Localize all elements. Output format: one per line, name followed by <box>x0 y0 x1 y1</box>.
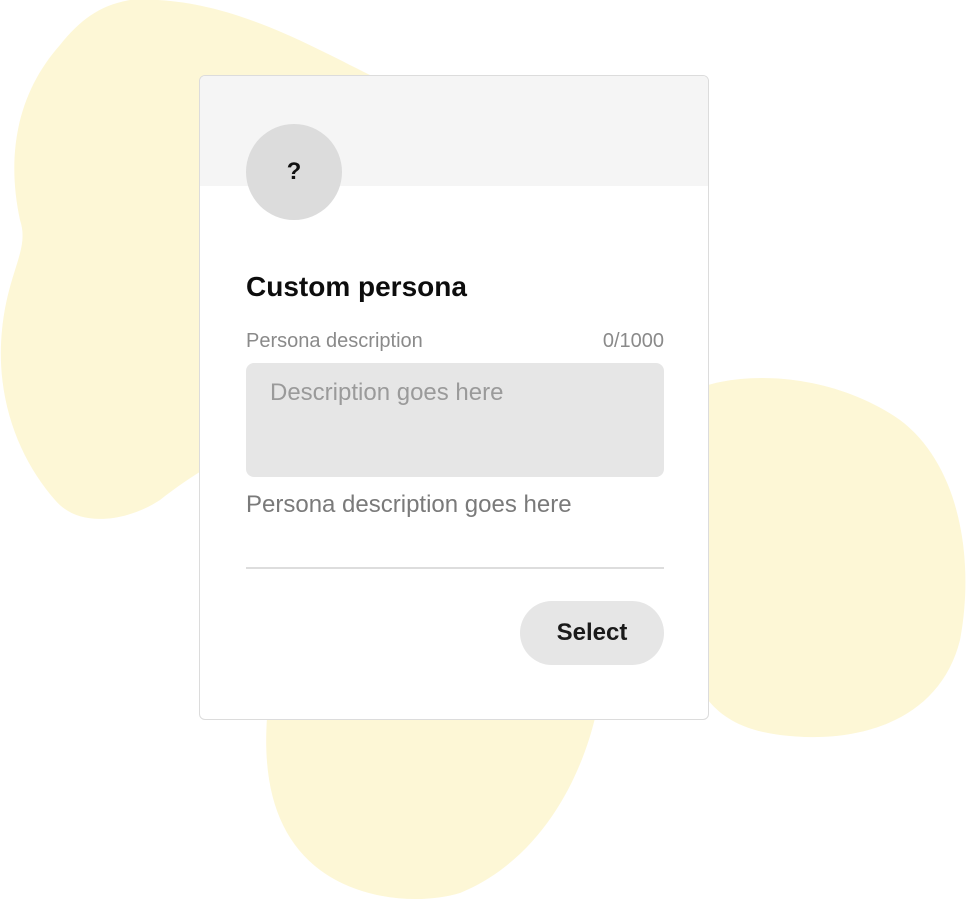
question-mark-icon: ? <box>286 158 302 185</box>
persona-description-text: Persona description goes here <box>246 490 572 518</box>
card-footer: Select <box>246 600 664 665</box>
persona-description-label: Persona description <box>246 329 423 352</box>
persona-stage: ? Custom persona Persona description 0/1… <box>0 0 966 900</box>
field-label-row: Persona description 0/1000 <box>246 330 664 353</box>
card-content: Custom persona Persona description 0/100… <box>246 270 664 665</box>
character-counter: 0/1000 <box>602 329 664 352</box>
persona-title: Custom persona <box>246 271 467 302</box>
bottom-blob-shape <box>266 718 595 900</box>
card-divider <box>246 566 664 569</box>
persona-card: ? Custom persona Persona description 0/1… <box>199 75 709 720</box>
persona-description-input[interactable] <box>246 362 664 477</box>
persona-avatar: ? <box>246 124 342 220</box>
right-blob-shape <box>708 378 966 738</box>
select-button[interactable]: Select <box>520 600 664 665</box>
